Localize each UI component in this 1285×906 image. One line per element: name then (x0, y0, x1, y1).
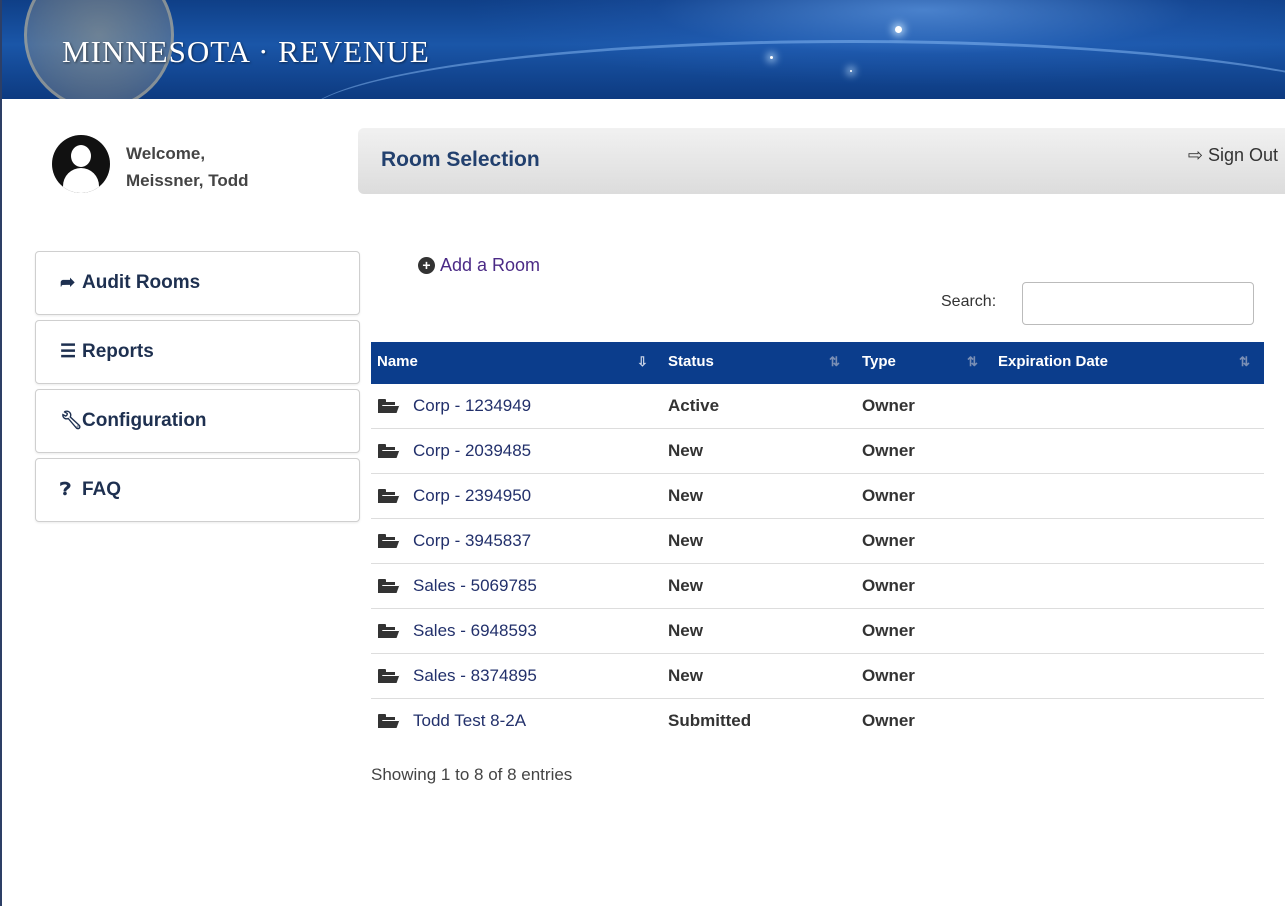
list-icon: ☰ (60, 341, 77, 361)
room-name-link[interactable]: Sales - 6948593 (413, 621, 537, 641)
room-status: Active (668, 396, 720, 415)
room-status: New (668, 441, 703, 460)
table-header: Name ⇩ Status ⇅ Type ⇅ Expiration Date ⇅ (371, 342, 1264, 384)
sign-out-label: Sign Out (1207, 145, 1278, 165)
sign-out-link[interactable]: ⇨ Sign Out (1188, 145, 1278, 166)
room-status: New (668, 531, 703, 550)
table-body: Corp - 1234949 Active Owner Corp - 2039485 N… (371, 384, 1264, 744)
add-room-label: Add a Room (440, 255, 541, 275)
table-row[interactable]: Corp - 2394950 New Owner (371, 474, 1264, 519)
header-star (770, 56, 773, 59)
room-type: Owner (862, 396, 915, 415)
room-status: New (668, 576, 703, 595)
plus-circle-icon: + (418, 257, 435, 274)
table-info: Showing 1 to 8 of 8 entries (371, 765, 573, 784)
room-status: New (668, 486, 703, 505)
page-title: Room Selection (381, 148, 540, 171)
search-label: Search: (941, 293, 997, 310)
table-row[interactable]: Corp - 2039485 New Owner (371, 429, 1264, 474)
column-header-name[interactable]: Name (377, 353, 418, 370)
room-name-link[interactable]: Sales - 5069785 (413, 576, 537, 596)
sidebar-item-label: FAQ (82, 479, 122, 500)
sort-icon[interactable]: ⇅ (967, 354, 978, 370)
table-row[interactable]: Corp - 1234949 Active Owner (371, 384, 1264, 429)
sidebar-item-label: Reports (82, 341, 154, 362)
room-type: Owner (862, 441, 915, 460)
room-status: New (668, 621, 703, 640)
folder-open-icon (378, 444, 400, 458)
sidebar-item-label: Configuration (82, 410, 207, 431)
room-name-link[interactable]: Todd Test 8-2A (413, 711, 526, 731)
folder-open-icon (378, 579, 400, 593)
sidebar-item-configuration[interactable]: 🔧︎Configuration (35, 389, 360, 453)
search-input[interactable] (1022, 282, 1254, 325)
room-status: New (668, 666, 703, 685)
folder-open-icon (378, 669, 400, 683)
table-row[interactable]: Sales - 5069785 New Owner (371, 564, 1264, 609)
room-type: Owner (862, 621, 915, 640)
table-row[interactable]: Todd Test 8-2A Submitted Owner (371, 699, 1264, 744)
column-header-status[interactable]: Status (668, 353, 714, 370)
folder-open-icon (378, 714, 400, 728)
column-header-type[interactable]: Type (862, 353, 896, 370)
room-name-link[interactable]: Sales - 8374895 (413, 666, 537, 686)
sort-icon[interactable]: ⇅ (829, 354, 840, 370)
wrench-icon: 🔧︎ (60, 410, 83, 430)
sidebar-item-audit-rooms[interactable]: ➦ Audit Rooms (35, 251, 360, 315)
sidebar-item-reports[interactable]: ☰ Reports (35, 320, 360, 384)
user-name: Meissner, Todd (126, 171, 249, 190)
room-name-link[interactable]: Corp - 2039485 (413, 441, 531, 461)
room-type: Owner (862, 486, 915, 505)
room-name-link[interactable]: Corp - 1234949 (413, 396, 531, 416)
add-room-link[interactable]: + Add a Room (418, 255, 540, 276)
table-row[interactable]: Sales - 6948593 New Owner (371, 609, 1264, 654)
sign-out-icon: ⇨ (1187, 145, 1203, 165)
table-row[interactable]: Corp - 3945837 New Owner (371, 519, 1264, 564)
header-star (850, 70, 852, 72)
brand-title[interactable]: MINNESOTA · REVENUE (62, 34, 430, 70)
room-type: Owner (862, 531, 915, 550)
folder-open-icon (378, 489, 400, 503)
share-arrow-icon: ➦ (60, 272, 76, 292)
room-status: Submitted (668, 711, 752, 730)
room-name-link[interactable]: Corp - 3945837 (413, 531, 531, 551)
sort-icon[interactable]: ⇅ (1239, 354, 1250, 370)
column-header-expiration-date[interactable]: Expiration Date (998, 353, 1108, 370)
header-star (895, 26, 902, 33)
user-avatar-icon (52, 135, 110, 193)
sidebar-item-faq[interactable]: ❓︎ FAQ (35, 458, 360, 522)
room-name-link[interactable]: Corp - 2394950 (413, 486, 531, 506)
folder-open-icon (378, 534, 400, 548)
page-title-bar: Room Selection ⇨ Sign Out (358, 128, 1285, 194)
sort-desc-icon[interactable]: ⇩ (637, 354, 648, 370)
folder-open-icon (378, 624, 400, 638)
sidebar-item-label: Audit Rooms (82, 272, 201, 293)
table-row[interactable]: Sales - 8374895 New Owner (371, 654, 1264, 699)
window-frame-edge (0, 0, 2, 906)
welcome-text: Welcome, Meissner, Todd (126, 140, 249, 194)
site-header: MINNESOTA · REVENUE (2, 0, 1285, 99)
room-type: Owner (862, 576, 915, 595)
folder-open-icon (378, 399, 400, 413)
welcome-label: Welcome, (126, 144, 206, 163)
room-type: Owner (862, 711, 915, 730)
rooms-table: Name ⇩ Status ⇅ Type ⇅ Expiration Date ⇅… (371, 342, 1264, 744)
room-type: Owner (862, 666, 915, 685)
question-circle-icon: ❓︎ (60, 479, 71, 499)
